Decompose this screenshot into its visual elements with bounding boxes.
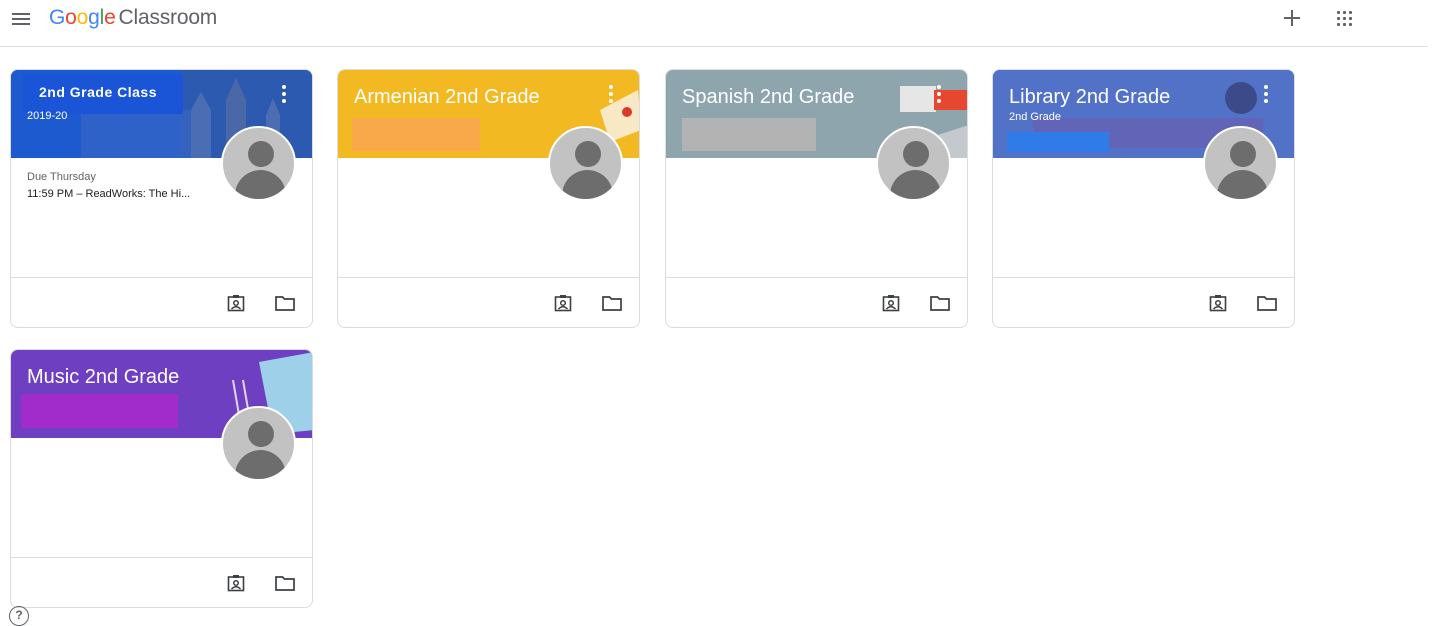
help-icon[interactable]: ? xyxy=(9,606,29,626)
folder-icon[interactable] xyxy=(275,296,295,311)
due-assignment-link[interactable]: 11:59 PM – ReadWorks: The Hi... xyxy=(27,188,190,200)
class-title[interactable]: Armenian 2nd Grade xyxy=(354,86,540,109)
folder-icon[interactable] xyxy=(602,296,622,311)
class-title[interactable]: Library 2nd Grade xyxy=(1009,86,1170,109)
student-portfolio-icon[interactable] xyxy=(1209,294,1227,312)
student-portfolio-icon[interactable] xyxy=(554,294,572,312)
card-footer xyxy=(11,277,312,327)
class-card-spanish-2nd-grade[interactable]: Spanish 2nd Grade xyxy=(665,69,968,328)
more-options-icon[interactable] xyxy=(935,85,943,103)
logo-letter: o xyxy=(76,6,89,29)
product-name: Classroom xyxy=(118,6,218,29)
class-section: 2019-20 xyxy=(27,110,68,122)
student-portfolio-icon[interactable] xyxy=(227,294,245,312)
logo-letter: e xyxy=(104,6,116,29)
teacher-avatar[interactable] xyxy=(548,126,623,201)
logo-letter: g xyxy=(88,6,100,29)
class-section: 2nd Grade xyxy=(1009,111,1061,123)
class-card-armenian-2nd-grade[interactable]: Armenian 2nd Grade xyxy=(337,69,640,328)
more-options-icon[interactable] xyxy=(607,85,615,103)
student-portfolio-icon[interactable] xyxy=(882,294,900,312)
card-footer xyxy=(338,277,639,327)
folder-icon[interactable] xyxy=(275,576,295,591)
card-footer xyxy=(666,277,967,327)
more-options-icon[interactable] xyxy=(280,85,288,103)
teacher-avatar[interactable] xyxy=(221,406,296,481)
teacher-avatar[interactable] xyxy=(221,126,296,201)
class-card-library-2nd-grade[interactable]: Library 2nd Grade 2nd Grade xyxy=(992,69,1295,328)
teacher-avatar[interactable] xyxy=(876,126,951,201)
google-classroom-logo[interactable]: Google Classroom xyxy=(49,6,217,30)
class-card-music-2nd-grade[interactable]: Music 2nd Grade xyxy=(10,349,313,608)
apps-grid-icon[interactable] xyxy=(1337,11,1353,27)
hamburger-menu-icon[interactable] xyxy=(12,11,32,27)
class-title[interactable]: Music 2nd Grade xyxy=(27,366,179,389)
top-app-bar: Google Classroom xyxy=(0,0,1428,47)
teacher-avatar[interactable] xyxy=(1203,126,1278,201)
card-footer xyxy=(993,277,1294,327)
folder-icon[interactable] xyxy=(1257,296,1277,311)
due-label: Due Thursday xyxy=(27,171,96,183)
class-title[interactable]: 2nd Grade Class xyxy=(39,84,157,100)
student-portfolio-icon[interactable] xyxy=(227,574,245,592)
plus-icon[interactable] xyxy=(1282,8,1302,28)
folder-icon[interactable] xyxy=(930,296,950,311)
class-card-2nd-grade-class[interactable]: 2nd Grade Class 2019-20 Due Thursday 11:… xyxy=(10,69,313,328)
logo-letter: G xyxy=(49,6,66,29)
class-title[interactable]: Spanish 2nd Grade xyxy=(682,86,854,109)
more-options-icon[interactable] xyxy=(1262,85,1270,103)
card-footer xyxy=(11,557,312,607)
logo-letter: o xyxy=(65,6,77,29)
